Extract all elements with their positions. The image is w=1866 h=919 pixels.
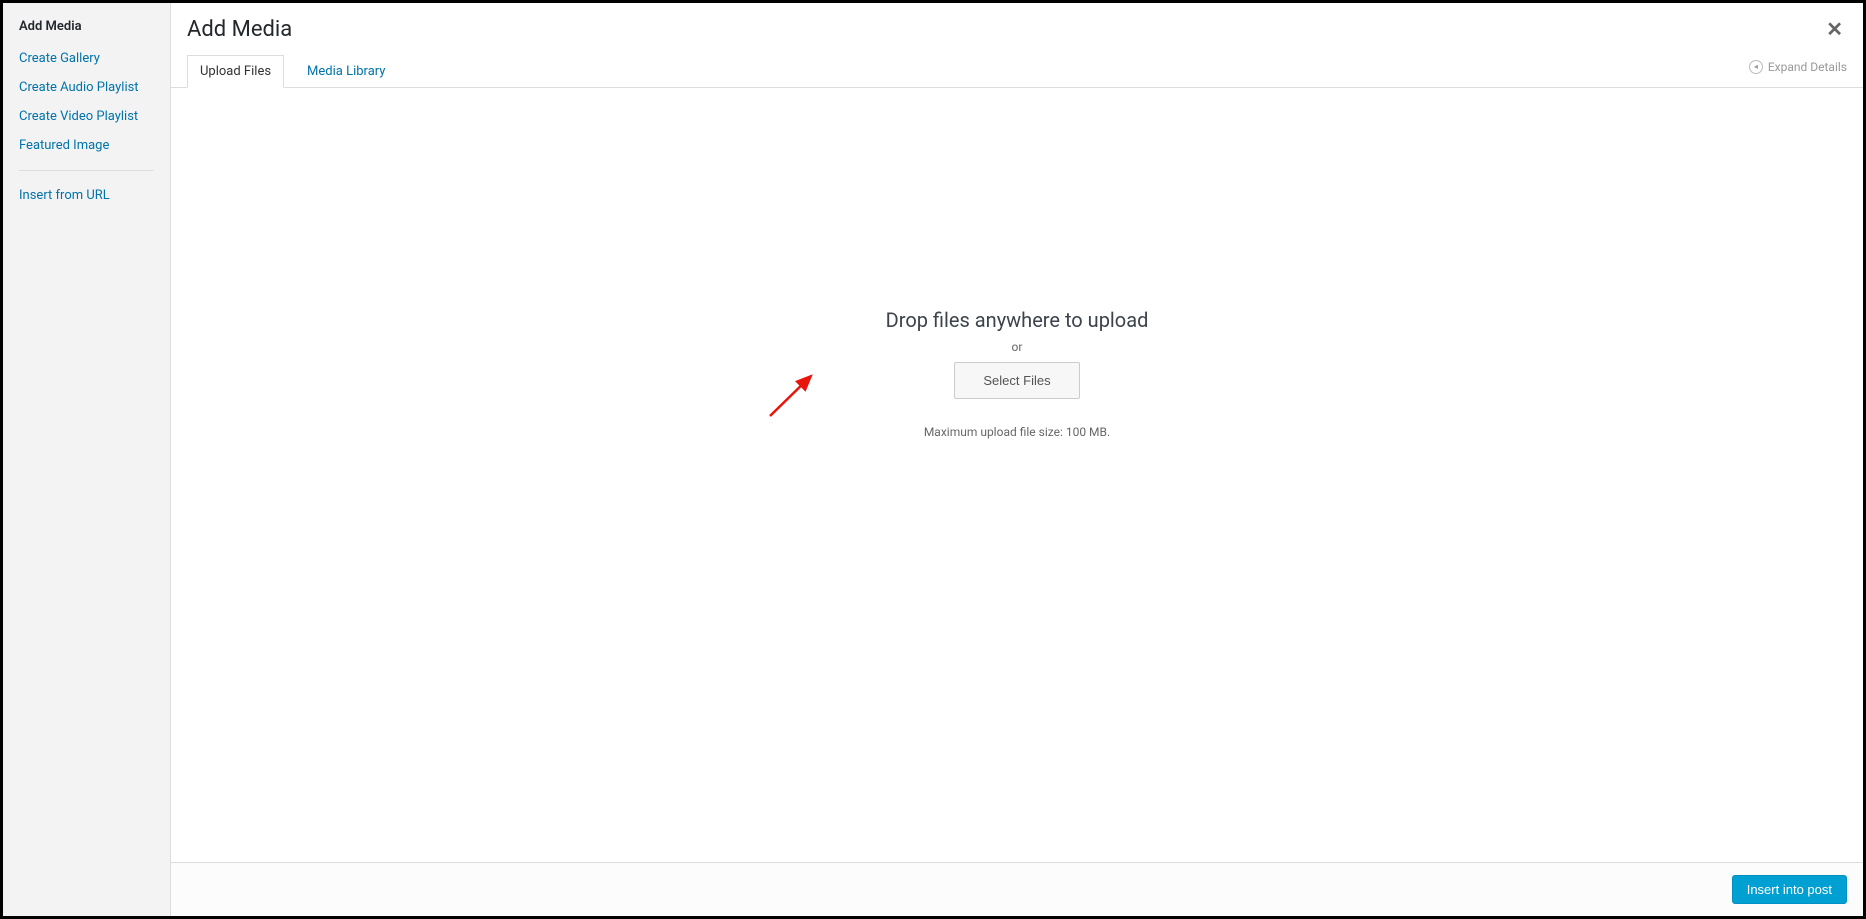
expand-details-label: Expand Details [1768,60,1847,74]
tab-upload-files[interactable]: Upload Files [187,55,284,88]
arrow-annotation-icon [766,366,821,421]
expand-left-icon: ◂ [1749,60,1763,74]
sidebar-item-create-gallery[interactable]: Create Gallery [19,44,154,73]
select-files-button[interactable]: Select Files [954,362,1079,399]
tab-media-library[interactable]: Media Library [294,55,398,88]
sidebar-divider [19,170,154,171]
expand-details-toggle[interactable]: ◂ Expand Details [1749,60,1847,82]
sidebar-item-create-audio-playlist[interactable]: Create Audio Playlist [19,73,154,102]
upload-area[interactable]: Drop files anywhere to upload or Select … [171,88,1863,862]
footer-toolbar: Insert into post [171,862,1863,916]
drop-or-label: or [1012,340,1023,354]
header: Add Media ✕ [171,3,1863,54]
close-icon[interactable]: ✕ [1826,17,1843,41]
sidebar-item-featured-image[interactable]: Featured Image [19,131,154,160]
tabs-left: Upload Files Media Library [187,54,398,87]
sidebar-item-create-video-playlist[interactable]: Create Video Playlist [19,102,154,131]
media-modal: Add Media Create Gallery Create Audio Pl… [3,3,1863,916]
main-panel: Add Media ✕ Upload Files Media Library ◂… [171,3,1863,916]
insert-into-post-button[interactable]: Insert into post [1732,875,1847,904]
drop-instruction: Drop files anywhere to upload [886,308,1149,332]
tabs-bar: Upload Files Media Library ◂ Expand Deta… [171,54,1863,88]
sidebar: Add Media Create Gallery Create Audio Pl… [3,3,171,916]
sidebar-item-insert-from-url[interactable]: Insert from URL [19,181,154,210]
sidebar-title: Add Media [19,19,154,34]
max-upload-text: Maximum upload file size: 100 MB. [924,425,1110,439]
page-title: Add Media [187,17,1847,42]
